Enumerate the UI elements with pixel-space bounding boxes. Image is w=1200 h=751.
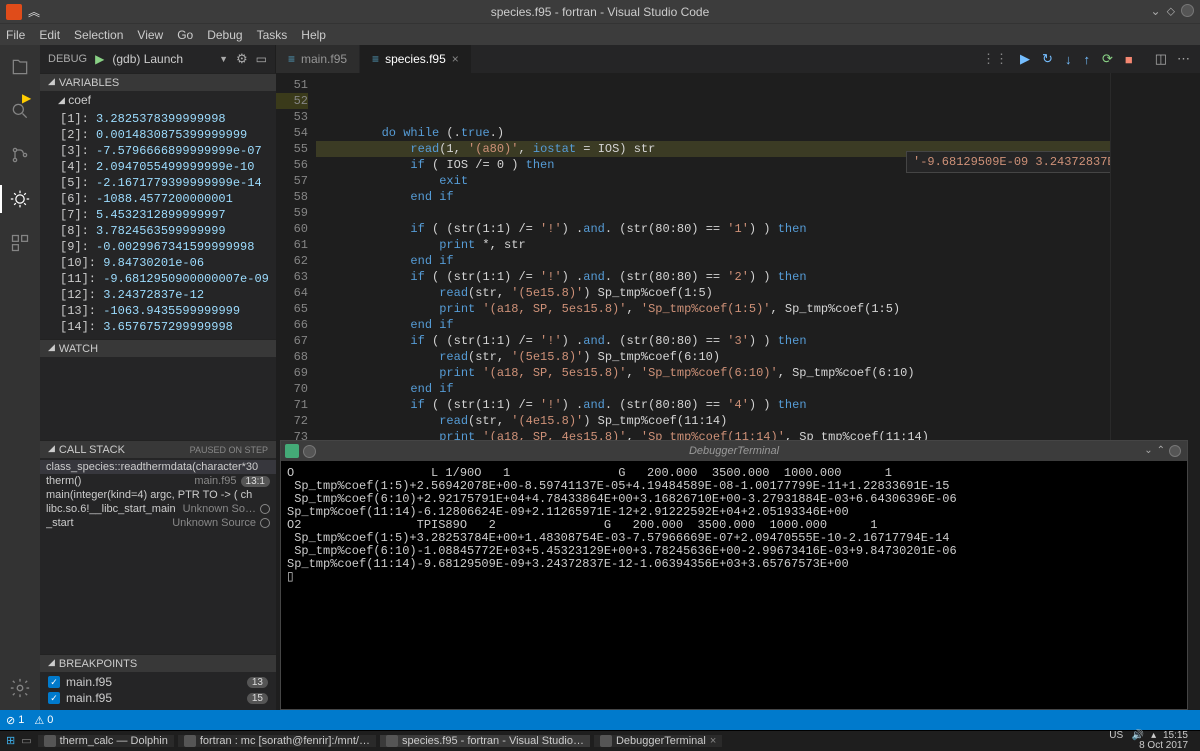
app-launcher-icon[interactable]: ⊞: [6, 734, 15, 747]
breakpoints-list: ✓main.f9513✓main.f9515: [40, 672, 276, 710]
menu-tasks[interactable]: Tasks: [257, 28, 288, 42]
callstack-frame[interactable]: class_species::readthermdata(character*3…: [40, 460, 276, 474]
status-warnings[interactable]: ⚠ 0: [34, 714, 53, 727]
os-taskbar: ⊞ ▭ therm_calc — Dolphin fortran : mc [so…: [0, 730, 1200, 750]
callstack-frame[interactable]: _startUnknown Source: [40, 516, 276, 530]
debug-toolbar: ⋮⋮ ▶ ↻ ↓ ↑ ⟳ ■: [970, 45, 1145, 73]
status-bar: ⊘ 1 ⚠ 0: [0, 710, 1200, 730]
variables-header[interactable]: ◢VARIABLES: [40, 73, 276, 91]
settings-gear-icon[interactable]: [8, 676, 32, 700]
menu-file[interactable]: File: [6, 28, 25, 42]
menu-debug[interactable]: Debug: [207, 28, 242, 42]
debug-icon[interactable]: [8, 187, 32, 211]
watch-header[interactable]: ◢WATCH: [40, 339, 276, 357]
callstack-header[interactable]: ◢CALL STACKPAUSED ON STEP: [40, 440, 276, 458]
debug-label: DEBUG: [48, 53, 87, 65]
dropdown-chevron-icon[interactable]: ▼: [219, 54, 228, 64]
terminal-min-icon[interactable]: ⌄: [1144, 445, 1152, 457]
variable-item[interactable]: [3]: -7.5796666899999999e-07: [60, 143, 276, 159]
terminal-app-icon: [285, 444, 299, 458]
explorer-icon[interactable]: [8, 55, 32, 79]
lang-indicator[interactable]: US: [1109, 730, 1123, 741]
checkbox-icon[interactable]: ✓: [48, 676, 60, 688]
minimize-icon[interactable]: ⌄: [1151, 4, 1161, 19]
window-titlebar: ︽ species.f95 - fortran - Visual Studio …: [0, 0, 1200, 23]
callstack-frame[interactable]: libc.so.6!__libc_start_mainUnknown So…: [40, 502, 276, 516]
variable-item[interactable]: [7]: 5.4532312899999997: [60, 207, 276, 223]
close-icon[interactable]: [1181, 4, 1194, 17]
menu-help[interactable]: Help: [301, 28, 326, 42]
checkbox-icon[interactable]: ✓: [48, 692, 60, 704]
step-into-icon[interactable]: ↓: [1065, 52, 1072, 67]
config-gear-icon[interactable]: ⚙: [236, 51, 248, 67]
start-debug-icon[interactable]: ▶: [95, 52, 104, 66]
continue-icon[interactable]: ▶: [1020, 51, 1030, 67]
menu-go[interactable]: Go: [177, 28, 193, 42]
variable-item[interactable]: [8]: 3.7824563599999999: [60, 223, 276, 239]
git-icon[interactable]: [8, 143, 32, 167]
variable-item[interactable]: [4]: 2.0947055499999999e-10: [60, 159, 276, 175]
variable-item[interactable]: [13]: -1063.9435599999999: [60, 303, 276, 319]
split-editor-icon[interactable]: ◫: [1155, 51, 1167, 67]
variable-item[interactable]: [5]: -2.1671779399999999e-14: [60, 175, 276, 191]
debug-console-icon[interactable]: ▭: [256, 52, 267, 66]
launch-config-select[interactable]: (gdb) Launch: [112, 52, 211, 66]
status-errors[interactable]: ⊘ 1: [6, 714, 24, 727]
terminal-close-icon[interactable]: [1169, 445, 1181, 457]
breakpoint-item[interactable]: ✓main.f9513: [46, 674, 276, 690]
debug-config-row: DEBUG ▶ (gdb) Launch ▼ ⚙ ▭: [40, 45, 276, 73]
show-desktop-icon[interactable]: ▭: [21, 734, 31, 747]
drag-handle-icon[interactable]: ⋮⋮: [982, 51, 1008, 67]
terminal-title: DebuggerTerminal: [689, 445, 779, 457]
variable-item[interactable]: [11]: -9.6812950900000007e-09: [60, 271, 276, 287]
step-over-icon[interactable]: ↻: [1042, 51, 1053, 67]
restart-icon[interactable]: ⟳: [1102, 51, 1113, 67]
variables-list: [1]: 3.2825378399999998[2]: 0.0014830875…: [40, 109, 276, 339]
variable-item[interactable]: [14]: 3.6576757299999998: [60, 319, 276, 335]
taskbar-item[interactable]: species.f95 - fortran - Visual Studio…: [380, 735, 590, 747]
more-actions-icon[interactable]: ⋯: [1177, 51, 1190, 67]
callstack-frame[interactable]: therm()main.f9513:1: [40, 474, 276, 488]
stop-icon[interactable]: ■: [1125, 52, 1133, 67]
editor-tab[interactable]: ≡main.f95: [276, 45, 360, 73]
taskbar-item[interactable]: DebuggerTerminal ×: [594, 735, 722, 747]
callstack-frame[interactable]: main(integer(kind=4) argc, PTR TO -> ( c…: [40, 488, 276, 502]
variable-item[interactable]: [10]: 9.84730201e-06: [60, 255, 276, 271]
breakpoint-item[interactable]: ✓main.f9515: [46, 690, 276, 706]
step-out-icon[interactable]: ↑: [1083, 52, 1090, 67]
editor-tabs: ≡main.f95≡species.f95×: [276, 45, 472, 73]
variable-root[interactable]: coef: [68, 93, 91, 107]
clock[interactable]: US 🔊 ▴ 15:15 8 Oct 2017: [1103, 731, 1194, 751]
variable-item[interactable]: [2]: 0.0014830875399999999: [60, 127, 276, 143]
close-tab-icon[interactable]: ×: [452, 52, 459, 66]
extensions-icon[interactable]: [8, 231, 32, 255]
menu-view[interactable]: View: [137, 28, 163, 42]
hover-tooltip: '-9.68129509E-09 3.24372837E-12-1.063943…: [906, 151, 1110, 173]
editor-tab[interactable]: ≡species.f95×: [360, 45, 472, 73]
app-icon: [6, 4, 22, 20]
variable-item[interactable]: [9]: -0.0029967341599999998: [60, 239, 276, 255]
taskbar-item[interactable]: therm_calc — Dolphin: [38, 735, 174, 747]
variable-item[interactable]: [12]: 3.24372837e-12: [60, 287, 276, 303]
activity-bar: [0, 45, 40, 710]
menu-edit[interactable]: Edit: [39, 28, 60, 42]
taskbar-item[interactable]: fortran : mc [sorath@fenrir]:/mnt/…: [178, 735, 376, 747]
window-title: species.f95 - fortran - Visual Studio Co…: [491, 5, 710, 19]
chevron-icon: ︽: [28, 3, 40, 20]
terminal-output[interactable]: O L 1/90O 1 G 200.000 3500.000 1000.000 …: [281, 461, 1187, 709]
current-marker-icon: ▶: [22, 91, 31, 105]
terminal-badge-icon: [303, 445, 316, 458]
variable-item[interactable]: [6]: -1088.4577200000001: [60, 191, 276, 207]
callstack-list: class_species::readthermdata(character*3…: [40, 458, 276, 534]
terminal-max-icon[interactable]: ⌃: [1157, 445, 1165, 457]
menu-selection[interactable]: Selection: [74, 28, 123, 42]
breakpoints-header[interactable]: ◢BREAKPOINTS: [40, 654, 276, 672]
maximize-icon[interactable]: ⬦: [1167, 4, 1175, 19]
debug-sidebar: DEBUG ▶ (gdb) Launch ▼ ⚙ ▭ ◢VARIABLES ▶ …: [40, 45, 276, 710]
debugger-terminal-window: DebuggerTerminal ⌄ ⌃ O L 1/90O 1 G 200.0…: [280, 440, 1188, 710]
variable-item[interactable]: [1]: 3.2825378399999998: [60, 111, 276, 127]
close-icon[interactable]: ×: [710, 735, 716, 747]
menubar: File Edit Selection View Go Debug Tasks Help: [0, 23, 1200, 45]
